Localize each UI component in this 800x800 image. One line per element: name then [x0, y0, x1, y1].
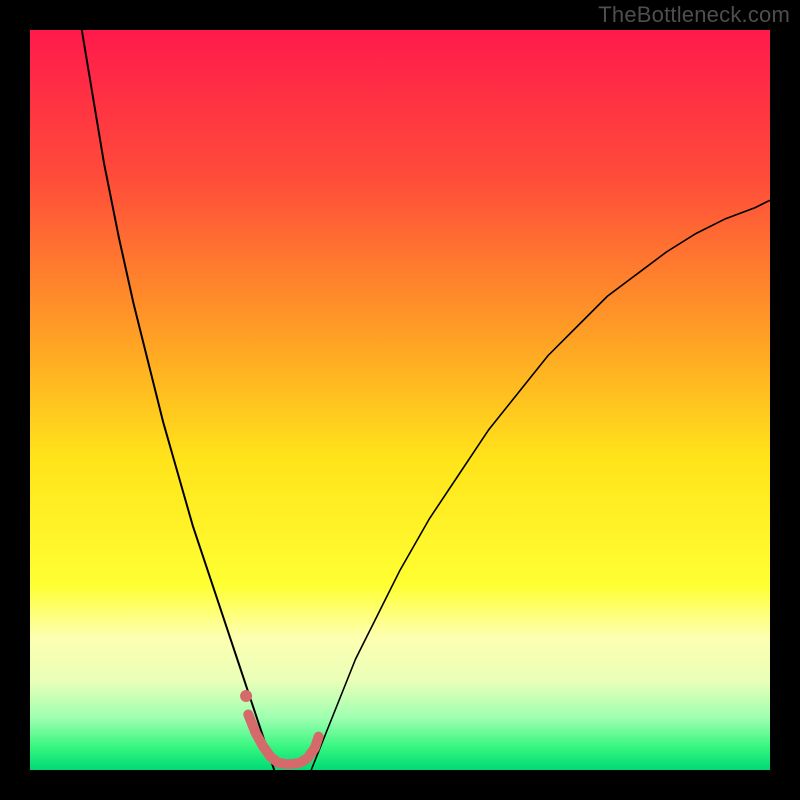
gradient-background [30, 30, 770, 770]
bottleneck-chart [30, 30, 770, 770]
watermark-label: TheBottleneck.com [598, 2, 790, 28]
marker-dot [240, 690, 252, 702]
plot-area [30, 30, 770, 770]
chart-frame: TheBottleneck.com [0, 0, 800, 800]
